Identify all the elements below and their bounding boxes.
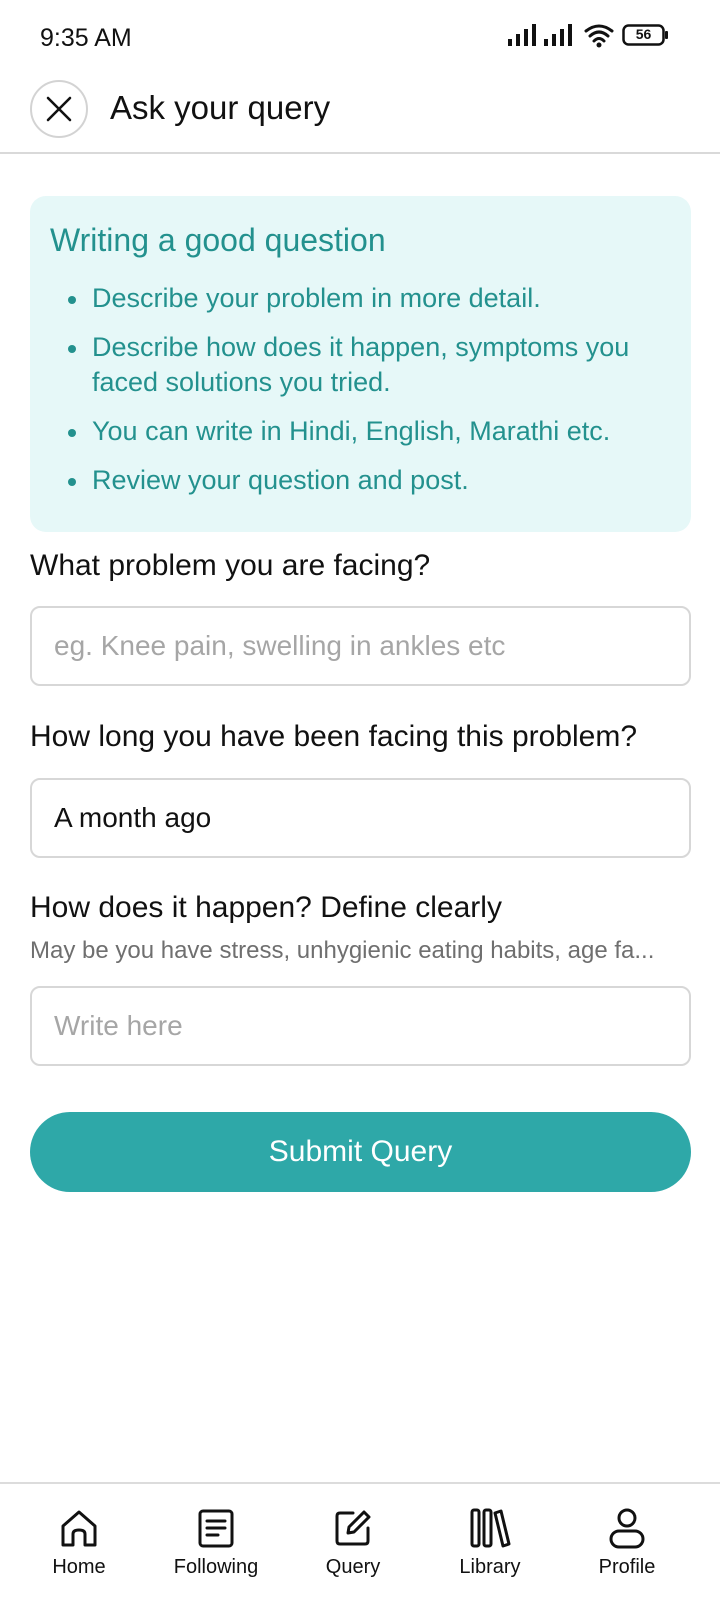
edit-icon bbox=[335, 1510, 371, 1546]
duration-value: A month ago bbox=[54, 802, 212, 833]
problem-field-box bbox=[30, 606, 691, 686]
status-icons: 56 bbox=[508, 22, 678, 52]
problem-label: What problem you are facing? bbox=[30, 549, 431, 582]
tips-item-text: Describe how does it happen, symptoms yo… bbox=[92, 332, 630, 397]
tips-item-text: You can write in Hindi, English, Marathi… bbox=[92, 416, 611, 446]
header: Ask your query bbox=[0, 72, 720, 154]
close-button[interactable] bbox=[30, 80, 88, 138]
close-icon bbox=[46, 96, 72, 122]
nav-label: Library bbox=[459, 1556, 521, 1578]
nav-item-following[interactable]: Following bbox=[146, 1506, 286, 1579]
signal-icon bbox=[508, 24, 536, 46]
ask-query-screen: 9:35 AM 56 Ask your query Writing a good… bbox=[0, 0, 720, 1600]
nav-label: Following bbox=[173, 1556, 259, 1578]
duration-field[interactable]: A month ago bbox=[30, 778, 691, 858]
submit-query-button[interactable]: Submit Query bbox=[30, 1112, 691, 1192]
nav-item-profile[interactable]: Profile bbox=[557, 1506, 697, 1579]
tips-item: Describe your problem in more detail. bbox=[50, 281, 671, 316]
how-label: How does it happen? Define clearly bbox=[30, 891, 502, 924]
signal-icon bbox=[544, 24, 572, 46]
tips-item: You can write in Hindi, English, Marathi… bbox=[50, 414, 671, 449]
nav-item-home[interactable]: Home bbox=[9, 1506, 149, 1579]
how-field-box bbox=[30, 986, 691, 1066]
nav-item-query[interactable]: Query bbox=[283, 1506, 423, 1579]
library-icon bbox=[470, 1508, 511, 1548]
tips-item: Describe how does it happen, symptoms yo… bbox=[50, 330, 671, 400]
tips-item-text: Describe your problem in more detail. bbox=[92, 283, 541, 313]
how-hint: May be you have stress, unhygienic eatin… bbox=[30, 937, 655, 964]
status-time: 9:35 AM bbox=[40, 24, 132, 52]
tips-item: Review your question and post. bbox=[50, 463, 671, 498]
nav-label: Query bbox=[325, 1556, 381, 1578]
page-title: Ask your query bbox=[110, 89, 331, 126]
battery-icon: 56 bbox=[622, 24, 670, 46]
how-input[interactable] bbox=[54, 1010, 667, 1042]
wifi-icon bbox=[584, 24, 614, 48]
bullet bbox=[68, 296, 76, 304]
document-icon bbox=[198, 1509, 234, 1548]
duration-label: How long you have been facing this probl… bbox=[30, 720, 638, 753]
bullet bbox=[68, 478, 76, 486]
person-icon bbox=[609, 1508, 645, 1549]
status-bar: 9:35 AM 56 bbox=[0, 0, 720, 70]
tips-title: Writing a good question bbox=[50, 222, 386, 258]
nav-item-library[interactable]: Library bbox=[420, 1506, 560, 1579]
bullet bbox=[68, 345, 76, 353]
bullet bbox=[68, 429, 76, 437]
battery-level: 56 bbox=[635, 26, 652, 42]
tips-list: Describe your problem in more detail. De… bbox=[50, 281, 671, 498]
tips-card: Writing a good question Describe your pr… bbox=[30, 196, 691, 532]
bottom-nav: Home Following Query Library Profile bbox=[0, 1482, 720, 1600]
tips-item-text: Review your question and post. bbox=[92, 465, 469, 495]
nav-label: Home bbox=[52, 1556, 106, 1578]
problem-input[interactable] bbox=[54, 630, 667, 662]
home-icon bbox=[61, 1510, 97, 1547]
nav-label: Profile bbox=[598, 1556, 656, 1578]
